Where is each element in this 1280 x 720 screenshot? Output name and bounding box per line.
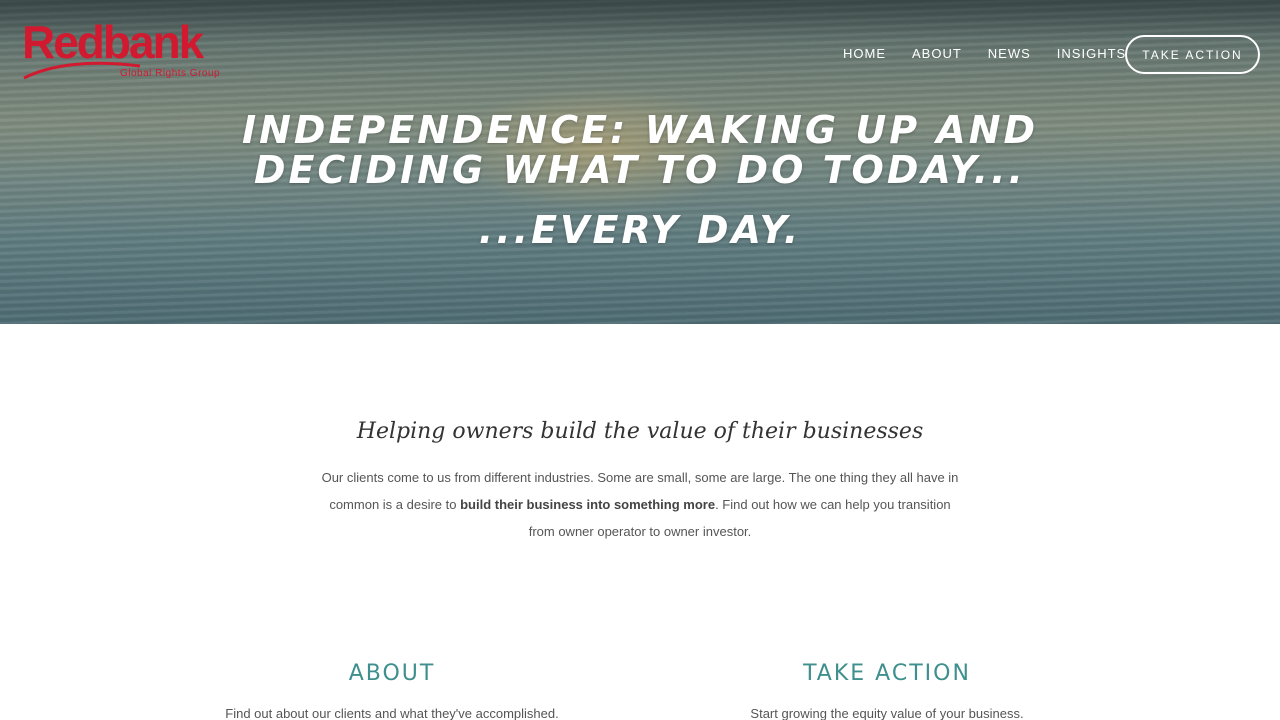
intro-heading: Helping owners build the value of their … <box>356 419 924 444</box>
hero-title-line-2: DECIDING WHAT TO DO TODAY... <box>254 148 1026 192</box>
hero-title: INDEPENDENCE: WAKING UP AND DECIDING WHA… <box>0 110 1280 190</box>
about-section-text: Find out about our clients and what they… <box>225 706 559 720</box>
take-action-section-text: Start growing the equity value of your b… <box>750 706 1024 720</box>
intro-body-emphasis: build their business into something more <box>460 497 716 512</box>
hero-banner: Redbank Global Rights Group HOME ABOUT N… <box>0 0 1280 324</box>
brand-logo[interactable]: Redbank Global Rights Group <box>22 18 232 84</box>
take-action-section-heading[interactable]: TAKE ACTION <box>687 661 1087 686</box>
nav-about[interactable]: ABOUT <box>912 46 962 61</box>
nav-insights[interactable]: INSIGHTS <box>1057 46 1126 61</box>
nav-news[interactable]: NEWS <box>988 46 1031 61</box>
main-nav: HOME ABOUT NEWS INSIGHTS <box>843 46 1126 61</box>
nav-home[interactable]: HOME <box>843 46 886 61</box>
about-section-heading[interactable]: ABOUT <box>192 661 592 686</box>
logo-tagline: Global Rights Group <box>120 68 221 79</box>
hero-title-line-1: INDEPENDENCE: WAKING UP AND <box>241 108 1039 152</box>
hero-subtitle: ...EVERY DAY. <box>478 208 802 252</box>
intro-body: Our clients come to us from different in… <box>320 464 960 545</box>
take-action-button[interactable]: TAKE ACTION <box>1125 35 1260 74</box>
